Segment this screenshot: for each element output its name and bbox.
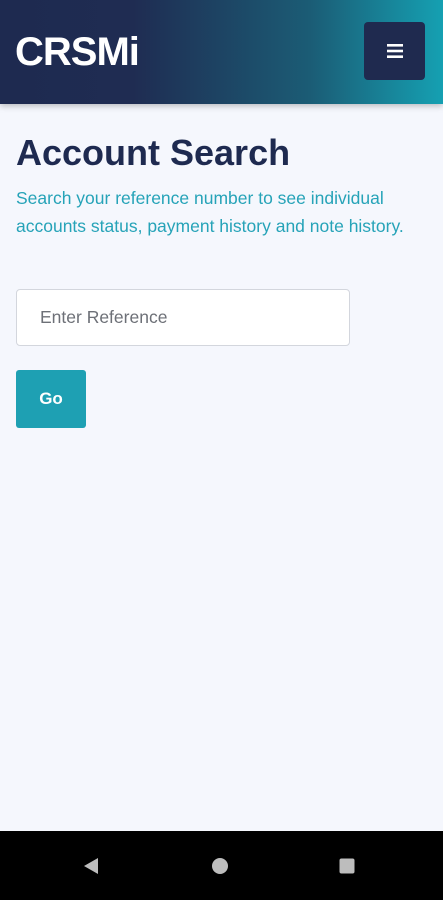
home-circle-icon — [212, 857, 228, 874]
recents-square-icon — [339, 858, 355, 873]
go-button[interactable]: Go — [16, 370, 86, 428]
hamburger-menu-icon — [386, 44, 403, 58]
home-button[interactable] — [200, 831, 240, 900]
app-header: CRSMi — [0, 0, 443, 104]
system-navigation-bar — [0, 831, 443, 900]
back-triangle-icon — [84, 857, 98, 874]
page-description: Search your reference number to see indi… — [16, 188, 404, 236]
menu-button[interactable] — [364, 22, 425, 80]
back-button[interactable] — [71, 831, 111, 900]
app-logo[interactable]: CRSMi — [15, 30, 140, 75]
page-title: Account Search — [16, 132, 291, 173]
reference-input[interactable] — [16, 289, 350, 346]
recents-button[interactable] — [327, 831, 367, 900]
